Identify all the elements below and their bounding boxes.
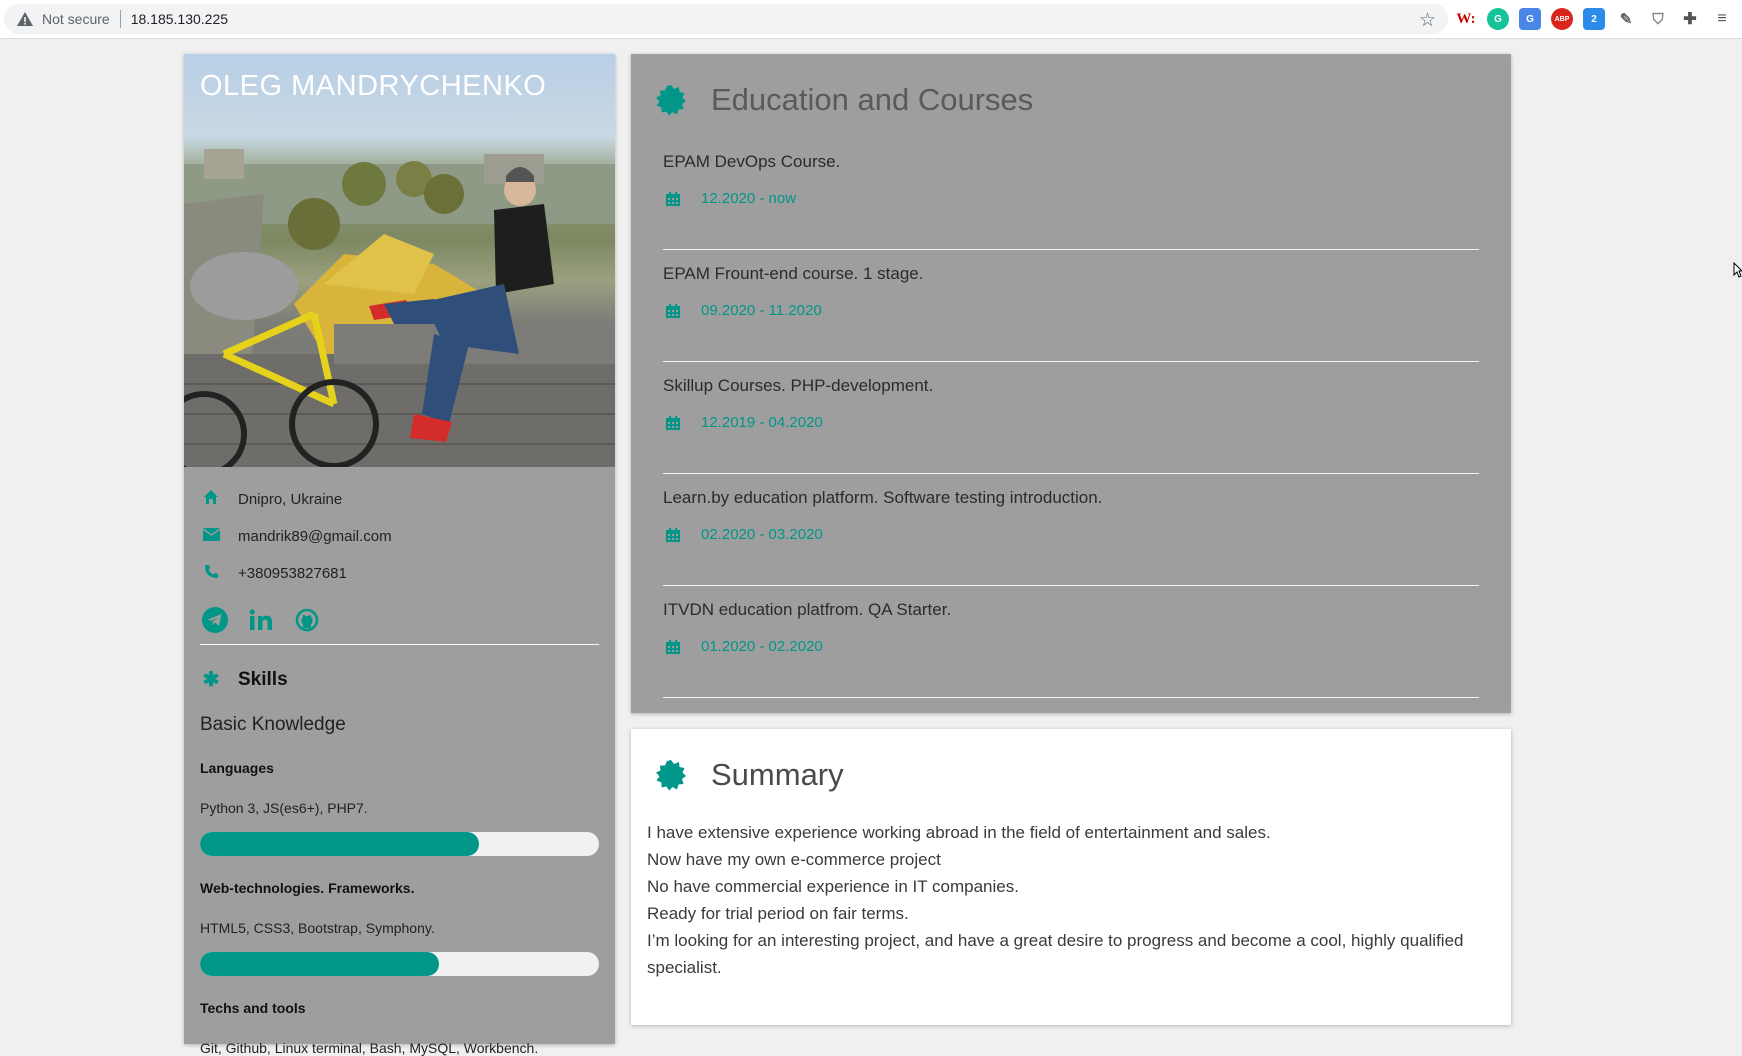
linkedin-icon[interactable]	[248, 607, 274, 633]
photo-illustration	[184, 149, 615, 467]
course-title: EPAM DevOps Course.	[663, 152, 841, 171]
course-dates-text: 12.2020 - now	[701, 190, 797, 207]
course-dates-text: 02.2020 - 03.2020	[701, 526, 823, 543]
w-extension-icon[interactable]: W:	[1455, 8, 1477, 30]
education-item: ITVDN education platfrom. QA Starter. 01…	[663, 586, 1479, 698]
sidebar-divider	[200, 644, 599, 645]
contact-email: mandrik89@gmail.com	[200, 518, 599, 555]
shield-extension-icon[interactable]: ⛉	[1647, 8, 1669, 30]
skill-group-title: Languages	[200, 760, 274, 776]
course-title: ITVDN education platfrom. QA Starter.	[663, 600, 952, 619]
calendar-icon	[665, 191, 681, 207]
course-title: EPAM Frount-end course. 1 stage.	[663, 264, 924, 283]
skill-progress-fill	[200, 952, 440, 976]
security-status[interactable]: Not secure	[42, 11, 110, 27]
calendar-icon	[665, 415, 681, 431]
skills-heading-text: Skills	[238, 668, 288, 690]
course-dates: 01.2020 - 02.2020	[663, 638, 1479, 655]
skill-group-title: Techs and tools	[200, 1000, 306, 1016]
skill-group-desc: Python 3, JS(es6+), PHP7.	[200, 800, 368, 816]
skill-progress-fill	[200, 832, 480, 856]
badge-icon	[655, 84, 687, 116]
address-bar[interactable]: Not secure 18.185.130.225 ☆	[4, 4, 1448, 34]
skill-group-desc: Git, Github, Linux terminal, Bash, MySQL…	[200, 1040, 539, 1056]
course-dates: 09.2020 - 11.2020	[663, 302, 1479, 319]
summary-line: Ready for trial period on fair terms.	[647, 904, 909, 923]
education-item: Learn.by education platform. Software te…	[663, 474, 1479, 586]
github-icon[interactable]	[294, 607, 320, 633]
summary-line: Now have my own e-commerce project	[647, 850, 941, 869]
url-separator	[119, 10, 121, 28]
envelope-icon	[200, 527, 222, 546]
education-heading: Education and Courses	[711, 82, 1034, 117]
skill-level-title: Basic Knowledge	[200, 714, 346, 735]
education-item: Skillup Courses. PHP-development. 12.201…	[663, 362, 1479, 474]
location-text: Dnipro, Ukraine	[238, 491, 343, 508]
puzzle-extensions-icon[interactable]: ✚	[1679, 8, 1701, 30]
education-item: EPAM Frount-end course. 1 stage. 09.2020…	[663, 250, 1479, 362]
summary-line: No have commercial experience in IT comp…	[647, 877, 1019, 896]
skills-heading: ✱ Skills	[200, 667, 599, 692]
asterisk-icon: ✱	[202, 669, 220, 691]
phone-text[interactable]: +380953827681	[238, 565, 347, 582]
course-dates: 12.2020 - now	[663, 190, 1479, 207]
extensions-toolbar: W: G G ABP 2 ✎ ⛉ ✚ ≡	[1455, 8, 1733, 30]
summary-line: I have extensive experience working abro…	[647, 823, 1271, 842]
contact-phone: +380953827681	[200, 555, 599, 592]
education-card: Education and Courses EPAM DevOps Course…	[631, 54, 1511, 713]
calendar-icon	[665, 303, 681, 319]
summary-heading: Summary	[711, 757, 844, 792]
star-icon[interactable]: ☆	[1419, 9, 1436, 32]
profile-name: OLEG MANDRYCHENKO	[200, 70, 547, 102]
education-list: EPAM DevOps Course. 12.2020 - now EPAM F…	[631, 118, 1511, 698]
skill-group-title: Web-technologies. Frameworks.	[200, 880, 415, 896]
pencil-extension-icon[interactable]: ✎	[1615, 8, 1637, 30]
calendar-icon	[665, 527, 681, 543]
course-title: Skillup Courses. PHP-development.	[663, 376, 934, 395]
profile-photo: OLEG MANDRYCHENKO	[184, 54, 615, 467]
education-item: EPAM DevOps Course. 12.2020 - now	[663, 138, 1479, 250]
reading-list-icon[interactable]: ≡	[1711, 8, 1733, 30]
education-header: Education and Courses	[631, 54, 1511, 118]
skill-group-desc: HTML5, CSS3, Bootstrap, Symphony.	[200, 920, 435, 936]
translate-icon[interactable]: G	[1519, 8, 1541, 30]
telegram-icon[interactable]	[202, 607, 228, 633]
summary-header: Summary	[631, 729, 1511, 793]
summary-line: I’m looking for an interesting project, …	[647, 931, 1464, 977]
skill-progress-bar	[200, 832, 599, 856]
blue-extension-icon[interactable]: 2	[1583, 8, 1605, 30]
skill-progress-bar	[200, 952, 599, 976]
course-dates: 02.2020 - 03.2020	[663, 526, 1479, 543]
grammarly-icon[interactable]: G	[1487, 8, 1509, 30]
url-text[interactable]: 18.185.130.225	[131, 11, 228, 27]
home-icon	[200, 489, 222, 510]
phone-icon	[200, 564, 222, 584]
course-dates-text: 01.2020 - 02.2020	[701, 638, 823, 655]
summary-text: I have extensive experience working abro…	[631, 793, 1511, 981]
summary-card: Summary I have extensive experience work…	[631, 729, 1511, 1025]
calendar-icon	[665, 639, 681, 655]
warning-icon[interactable]	[16, 10, 34, 28]
browser-toolbar: Not secure 18.185.130.225 ☆ W: G G ABP 2…	[0, 0, 1742, 39]
badge-icon	[655, 759, 687, 791]
course-dates-text: 12.2019 - 04.2020	[701, 414, 823, 431]
contact-list: Dnipro, Ukraine mandrik89@gmail.com +380…	[184, 467, 615, 1056]
contact-location: Dnipro, Ukraine	[200, 481, 599, 518]
profile-sidebar: OLEG MANDRYCHENKO Dnipro, Ukraine mandri…	[184, 54, 615, 1056]
email-text[interactable]: mandrik89@gmail.com	[238, 528, 392, 545]
course-dates: 12.2019 - 04.2020	[663, 414, 1479, 431]
social-links	[200, 592, 599, 640]
course-dates-text: 09.2020 - 11.2020	[701, 302, 822, 319]
adblock-icon[interactable]: ABP	[1551, 8, 1573, 30]
mouse-cursor-icon	[1733, 262, 1742, 278]
course-title: Learn.by education platform. Software te…	[663, 488, 1103, 507]
